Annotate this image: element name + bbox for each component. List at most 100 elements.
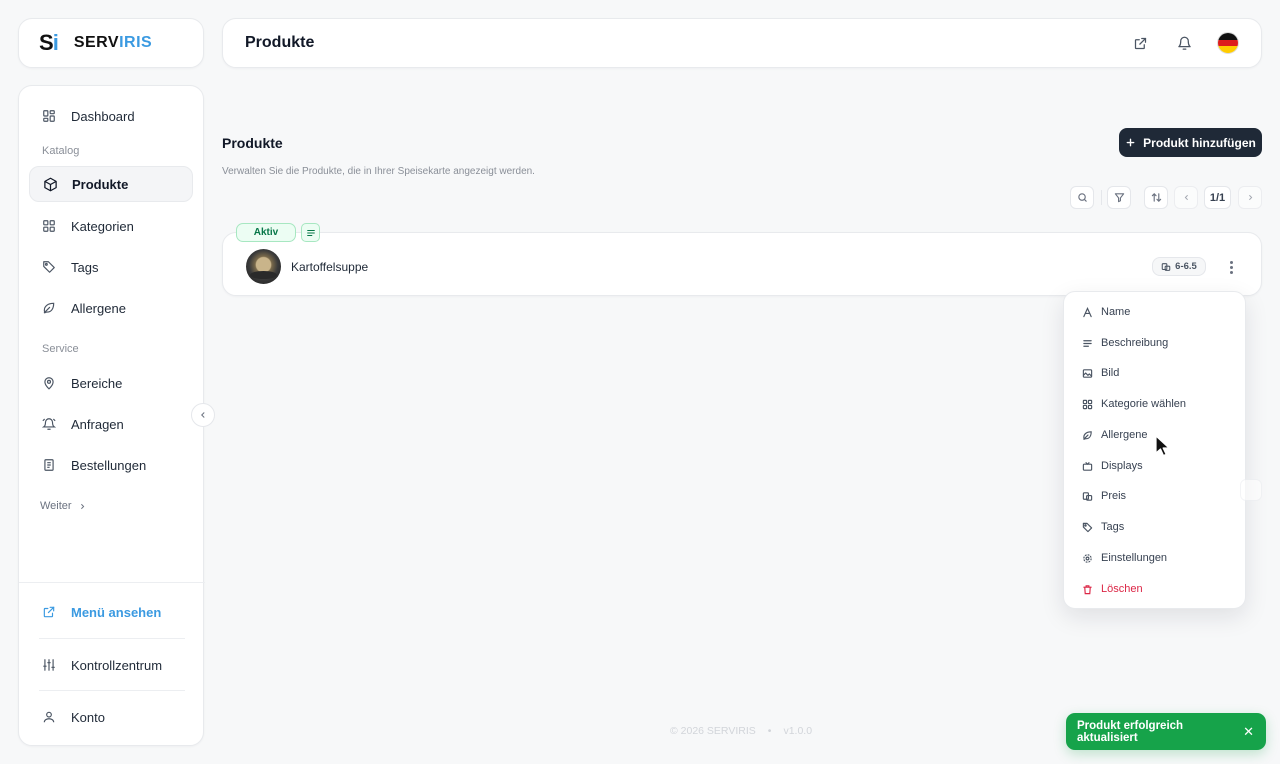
receipt-icon (41, 457, 57, 473)
sidebar-item-label: Bestellungen (71, 457, 147, 473)
background-next-button (1240, 479, 1262, 501)
sidebar-item-tags[interactable]: Tags (29, 249, 193, 285)
sidebar-item-kontrollzentrum[interactable]: Kontrollzentrum (29, 647, 193, 683)
language-flag-de-icon[interactable] (1217, 32, 1239, 54)
sidebar-item-bereiche[interactable]: Bereiche (29, 365, 193, 401)
price-badge: 6-6.5 (1152, 257, 1206, 276)
search-button[interactable] (1070, 186, 1094, 209)
leaf-icon (41, 300, 57, 316)
sidebar-item-allergene[interactable]: Allergene (29, 290, 193, 326)
text-icon (1081, 306, 1093, 318)
mouse-cursor-icon (1155, 435, 1171, 457)
external-link-icon[interactable] (1129, 32, 1151, 54)
sidebar-item-produkte[interactable]: Produkte (29, 166, 193, 202)
sidebar-collapse-button[interactable] (191, 403, 215, 427)
text-align-icon (306, 228, 316, 238)
leaf-icon (1081, 429, 1093, 441)
sidebar-item-label: Kontrollzentrum (71, 657, 163, 673)
price-text: 6-6.5 (1175, 261, 1197, 272)
menu-item-name[interactable]: Name (1071, 298, 1239, 326)
menu-item-label: Beschreibung (1101, 337, 1169, 349)
menu-item-label: Preis (1101, 490, 1127, 502)
sidebar: Dashboard Katalog Produkte Kategorien Ta… (18, 85, 205, 746)
menu-item-loeschen[interactable]: Löschen (1071, 575, 1239, 603)
description-badge (301, 223, 320, 242)
prev-page-button[interactable] (1174, 186, 1198, 209)
logo-card[interactable]: Si SERVIRIS (18, 18, 204, 68)
toolbar-separator (1101, 190, 1102, 205)
sidebar-item-label: Konto (71, 709, 105, 725)
logo-text: SERVIRIS (73, 34, 153, 51)
footer-separator: • (767, 725, 772, 737)
page-indicator-text: 1/1 (1209, 191, 1226, 204)
sidebar-more-label: Weiter (40, 500, 72, 512)
chevron-right-icon (1246, 193, 1255, 202)
plus-icon (1125, 137, 1136, 148)
product-thumbnail (246, 249, 281, 284)
sidebar-divider (19, 582, 205, 583)
sidebar-item-menu-ansehen[interactable]: Menü ansehen (29, 594, 193, 630)
product-row[interactable] (222, 232, 1262, 296)
menu-item-beschreibung[interactable]: Beschreibung (1071, 329, 1239, 357)
menu-item-label: Bild (1101, 367, 1120, 379)
sidebar-item-label: Anfragen (71, 416, 124, 432)
footer-version: v1.0.0 (783, 725, 813, 737)
more-options-icon[interactable] (1224, 258, 1238, 276)
menu-item-tags[interactable]: Tags (1071, 513, 1239, 541)
map-pin-icon (41, 375, 57, 391)
menu-item-kategorie[interactable]: Kategorie wählen (1071, 390, 1239, 418)
close-icon[interactable]: ✕ (1243, 724, 1254, 740)
menu-item-label: Löschen (1101, 583, 1143, 595)
box-icon (42, 176, 58, 192)
sidebar-item-kategorien[interactable]: Kategorien (29, 208, 193, 244)
sidebar-item-anfragen[interactable]: Anfragen (29, 406, 193, 442)
sidebar-item-konto[interactable]: Konto (29, 699, 193, 735)
sidebar-item-label: Menü ansehen (71, 604, 162, 620)
section-label-catalog: Katalog (42, 145, 80, 157)
sidebar-item-label: Bereiche (71, 375, 123, 391)
sidebar-item-label: Kategorien (71, 218, 134, 234)
categories-icon (1081, 398, 1093, 410)
sidebar-item-label: Produkte (72, 176, 129, 192)
tv-icon (1081, 460, 1093, 472)
image-icon (1081, 367, 1093, 379)
page-description: Verwalten Sie die Produkte, die in Ihrer… (222, 166, 535, 177)
menu-item-label: Name (1101, 306, 1131, 318)
sort-button[interactable] (1144, 186, 1168, 209)
grid-icon (41, 108, 57, 124)
tag-icon (1081, 521, 1093, 533)
sidebar-item-dashboard[interactable]: Dashboard (29, 98, 193, 134)
add-product-button[interactable]: Produkt hinzufügen (1119, 128, 1262, 157)
trash-icon (1081, 583, 1093, 595)
logo-mark: Si (39, 30, 59, 55)
chevron-left-icon (198, 410, 208, 420)
menu-item-label: Allergene (1101, 429, 1148, 441)
next-page-button[interactable] (1238, 186, 1262, 209)
coins-icon (1161, 262, 1171, 272)
sort-arrows-icon (1151, 192, 1162, 203)
product-name[interactable]: Kartoffelsuppe (291, 260, 368, 274)
chevron-left-icon (1182, 193, 1191, 202)
bell-ring-icon (41, 416, 57, 432)
sidebar-item-bestellungen[interactable]: Bestellungen (29, 447, 193, 483)
menu-item-preis[interactable]: Preis (1071, 482, 1239, 510)
top-header: Produkte (222, 18, 1262, 68)
external-link-icon (41, 604, 57, 620)
sidebar-item-label: Allergene (71, 300, 126, 316)
menu-item-einstellungen[interactable]: Einstellungen (1071, 544, 1239, 572)
toast-message: Produkt erfolgreich aktualisiert (1077, 719, 1184, 744)
menu-item-bild[interactable]: Bild (1071, 359, 1239, 387)
section-label-service: Service (42, 343, 79, 355)
gear-icon (1081, 552, 1093, 564)
menu-item-label: Tags (1101, 521, 1125, 533)
filter-icon (1114, 192, 1125, 203)
add-product-label: Produkt hinzufügen (1143, 135, 1256, 150)
footer: © 2026 SERVIRIS • v1.0.0 (670, 725, 812, 737)
filter-button[interactable] (1107, 186, 1131, 209)
bell-icon[interactable] (1173, 32, 1195, 54)
categories-icon (41, 218, 57, 234)
menu-item-label: Displays (1101, 460, 1143, 472)
sidebar-more-toggle[interactable]: Weiter (40, 500, 87, 512)
tag-icon (41, 259, 57, 275)
chevron-right-icon (78, 502, 87, 511)
